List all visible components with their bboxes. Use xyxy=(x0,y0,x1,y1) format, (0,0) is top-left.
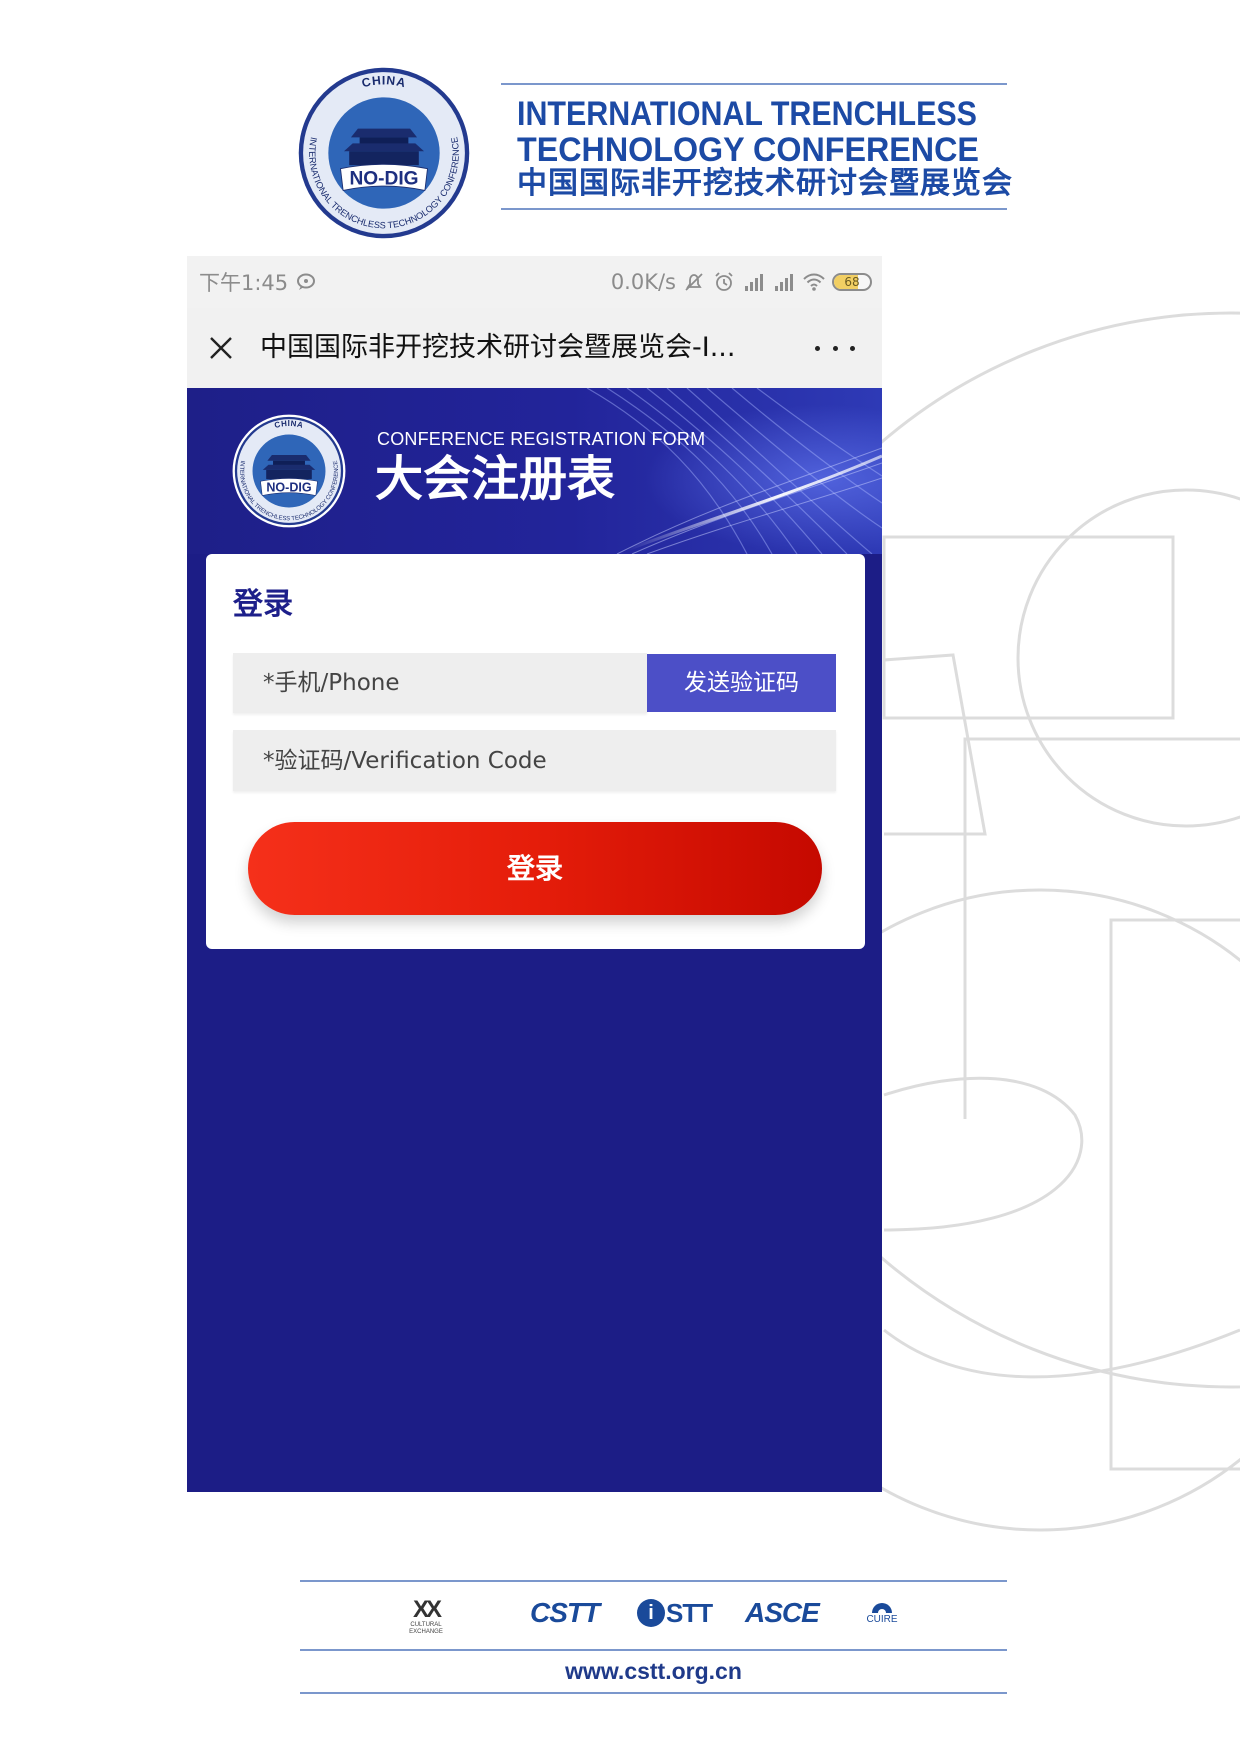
partner-logo-cuire: CUIRE xyxy=(862,1596,902,1626)
banner-subtitle: CONFERENCE REGISTRATION FORM xyxy=(377,429,706,449)
partner-caption: CULTURAL EXCHANGE xyxy=(409,1622,443,1635)
alarm-off-icon xyxy=(685,273,703,291)
conference-title-en-line1: INTERNATIONAL TRENCHLESS xyxy=(517,95,977,133)
chat-bubble-icon xyxy=(297,273,316,290)
alarm-clock-icon xyxy=(715,272,733,291)
status-time: 下午1:45 xyxy=(199,271,289,295)
login-heading: 登录 xyxy=(233,587,293,622)
logo-center-text: NO-DIG xyxy=(349,168,418,189)
banner-title: 大会注册表 xyxy=(375,451,616,507)
decorative-arc xyxy=(883,1076,1084,1232)
logo-center-text: NO-DIG xyxy=(266,481,311,495)
decorative-corner-lines xyxy=(963,737,1240,1119)
footer-divider xyxy=(300,1649,1007,1651)
battery-level: 68 xyxy=(844,275,860,289)
wifi-icon xyxy=(803,273,825,291)
login-card: 登录 发送验证码 登录 xyxy=(206,554,865,949)
login-button[interactable]: 登录 xyxy=(248,822,822,915)
decorative-small-circle xyxy=(1016,488,1240,828)
partner-logo-istt: i STT xyxy=(637,1598,713,1628)
dome-icon xyxy=(872,1603,892,1613)
signal-icon xyxy=(775,274,793,291)
partner-name: XX xyxy=(412,1596,442,1623)
partner-logo-cstt: CSTT xyxy=(530,1597,600,1628)
registration-banner: NO-DIG CHINA INTERNATIONAL TRENCHLESS TE… xyxy=(187,388,882,554)
browser-title-bar: 中国国际非开挖技术研讨会暨展览会-I... xyxy=(187,308,882,388)
signal-icon xyxy=(745,274,763,291)
banner-no-dig-logo: NO-DIG CHINA INTERNATIONAL TRENCHLESS TE… xyxy=(232,414,346,528)
partner-logo-cultural-exchange: XX CULTURAL EXCHANGE xyxy=(408,1598,444,1636)
more-icon[interactable] xyxy=(815,338,855,358)
partner-logo-asce: ASCE xyxy=(745,1597,820,1628)
partner-badge: i xyxy=(637,1599,665,1627)
conference-title-en-line2: TECHNOLOGY CONFERENCE xyxy=(517,131,979,169)
decorative-arc-lower xyxy=(883,1328,1240,1379)
decorative-quad xyxy=(883,653,987,836)
partner-name: CUIRE xyxy=(866,1614,898,1625)
status-net-speed: 0.0K/s xyxy=(610,270,676,294)
page-title: 中国国际非开挖技术研讨会暨展览会-I... xyxy=(260,332,736,363)
footer-divider xyxy=(300,1692,1007,1694)
website-url: www.cstt.org.cn xyxy=(565,1658,742,1684)
partner-name: STT xyxy=(666,1598,713,1628)
status-bar: 下午1:45 0.0K/s 68 xyxy=(187,256,882,308)
close-icon[interactable] xyxy=(207,334,235,362)
decorative-rectangle xyxy=(882,535,1175,720)
verification-code-input[interactable] xyxy=(233,730,836,791)
conference-title-cn: 中国国际非开挖技术研讨会暨展览会 xyxy=(517,166,1013,201)
send-code-button[interactable]: 发送验证码 xyxy=(647,654,836,712)
phone-input[interactable] xyxy=(233,653,647,713)
battery-icon: 68 xyxy=(832,273,872,291)
conference-title-block: INTERNATIONAL TRENCHLESS TECHNOLOGY CONF… xyxy=(501,83,1012,210)
phone-screenshot: 下午1:45 0.0K/s 68 中国国际非开挖技术研讨会暨展览会-I... N… xyxy=(187,256,882,1492)
no-dig-logo: NO-DIG CHINA INTERNATIONAL TRENCHLESS TE… xyxy=(298,67,470,239)
footer-divider xyxy=(300,1580,1007,1582)
